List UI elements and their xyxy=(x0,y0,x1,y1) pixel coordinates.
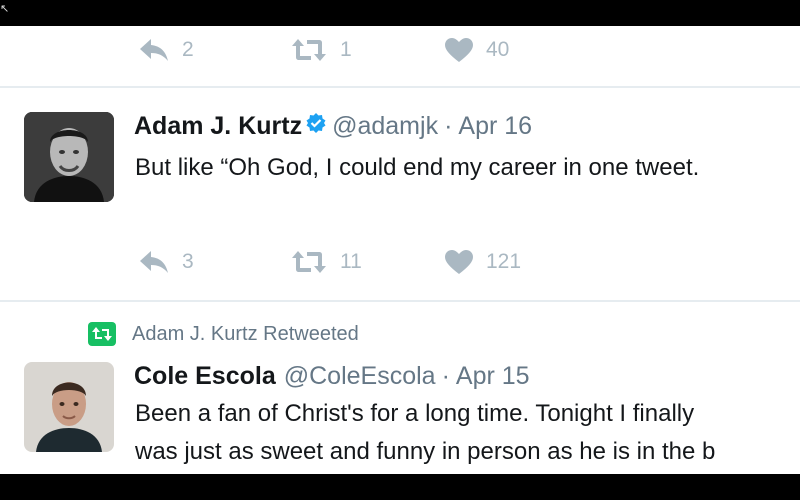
tweet-date[interactable]: Apr 15 xyxy=(456,362,530,391)
like-button[interactable]: 40 xyxy=(444,37,509,63)
tweet-date[interactable]: Apr 16 xyxy=(458,112,532,141)
retweet-count: 11 xyxy=(340,250,362,273)
heart-icon xyxy=(445,38,473,62)
author-handle[interactable]: @ColeEscola xyxy=(284,362,436,391)
retweeted-by-label[interactable]: Adam J. Kurtz Retweeted xyxy=(132,323,359,346)
reply-icon xyxy=(140,39,168,61)
tweet-text-line-2: was just as sweet and funny in person as… xyxy=(135,438,716,465)
retweet-icon xyxy=(292,39,326,61)
tweet-divider xyxy=(0,86,800,88)
tweet-actions: 2 1 40 xyxy=(138,37,509,63)
tweet-header: Adam J. Kurtz @adamjk · Apr 16 xyxy=(134,112,532,141)
reply-count: 2 xyxy=(182,38,194,61)
author-name[interactable]: Cole Escola xyxy=(134,362,276,391)
twitter-timeline[interactable]: 2 1 40 Adam J. Kurtz @adamjk · Apr 16 Bu… xyxy=(0,26,800,474)
tweet-actions: 3 11 121 xyxy=(138,249,521,275)
retweet-button[interactable]: 11 xyxy=(290,249,444,275)
video-bottom-letterbox xyxy=(0,474,800,500)
retweeted-context: Adam J. Kurtz Retweeted xyxy=(88,322,359,346)
reply-icon xyxy=(140,251,168,273)
avatar[interactable] xyxy=(24,362,114,452)
reply-count: 3 xyxy=(182,250,194,273)
author-handle[interactable]: @adamjk xyxy=(332,112,438,141)
heart-icon xyxy=(445,250,473,274)
header-separator: · xyxy=(441,362,450,390)
verified-badge-icon xyxy=(305,112,327,141)
like-count: 121 xyxy=(486,250,522,273)
tweet-divider xyxy=(0,300,800,302)
like-button[interactable]: 121 xyxy=(444,249,521,275)
tweet-text-line-1: Been a fan of Christ's for a long time. … xyxy=(135,400,695,427)
mouse-cursor-icon: ↖ xyxy=(0,3,10,15)
retweeted-icon xyxy=(88,322,116,346)
retweet-button[interactable]: 1 xyxy=(290,37,444,63)
reply-button[interactable]: 3 xyxy=(138,249,290,275)
tweet-header: Cole Escola @ColeEscola · Apr 15 xyxy=(134,362,530,391)
avatar[interactable] xyxy=(24,112,114,202)
retweet-count: 1 xyxy=(340,38,352,61)
header-separator: · xyxy=(444,112,453,140)
reply-button[interactable]: 2 xyxy=(138,37,290,63)
video-top-letterbox: ↖ xyxy=(0,0,800,26)
author-name[interactable]: Adam J. Kurtz xyxy=(134,112,302,141)
retweet-icon xyxy=(292,251,326,273)
like-count: 40 xyxy=(486,38,510,61)
tweet-text: But like “Oh God, I could end my career … xyxy=(135,154,700,181)
